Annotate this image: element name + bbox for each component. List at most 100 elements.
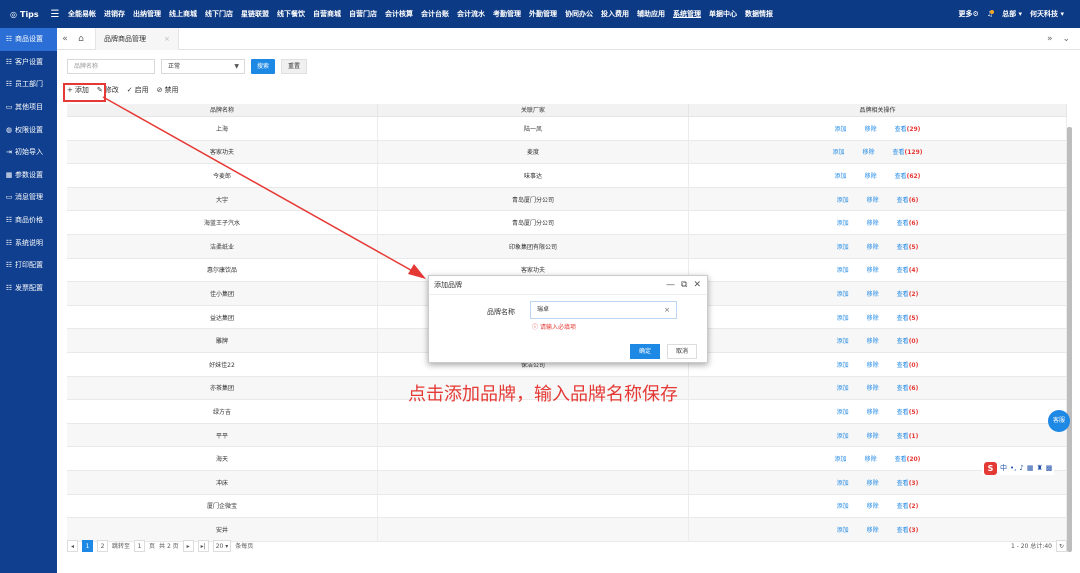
- sidebar-item[interactable]: ▭ 其他项目: [0, 96, 57, 119]
- nav-item[interactable]: 数据情报: [741, 0, 777, 28]
- disable-button[interactable]: ⊘ 禁用: [157, 85, 179, 95]
- sidebar-item[interactable]: ▭ 消息管理: [0, 186, 57, 209]
- op-view-link[interactable]: 查看(5): [897, 313, 919, 322]
- sidebar-item[interactable]: ▦ 参数设置: [0, 164, 57, 187]
- op-remove-link[interactable]: 移除: [867, 431, 879, 440]
- sidebar-item[interactable]: ☷ 商品设置: [0, 28, 57, 51]
- op-remove-link[interactable]: 移除: [867, 289, 879, 298]
- hamburger-menu-icon[interactable]: ☰: [46, 9, 64, 20]
- op-add-link[interactable]: 添加: [837, 360, 849, 369]
- notification-bell-icon[interactable]: ♫: [987, 10, 995, 18]
- op-view-link[interactable]: 查看(2): [897, 501, 919, 510]
- op-view-link[interactable]: 查看(4): [897, 265, 919, 274]
- nav-item[interactable]: 外勤管理: [525, 0, 561, 28]
- company-switcher[interactable]: 何天科技 ▾: [1030, 9, 1064, 19]
- op-view-link[interactable]: 查看(2): [897, 289, 919, 298]
- minimize-icon[interactable]: —: [666, 280, 675, 290]
- maximize-icon[interactable]: ⧉: [681, 280, 687, 290]
- op-add-link[interactable]: 添加: [837, 218, 849, 227]
- close-icon[interactable]: ✕: [693, 280, 701, 290]
- op-add-link[interactable]: 添加: [835, 454, 847, 463]
- confirm-button[interactable]: 确定: [630, 344, 660, 359]
- nav-item[interactable]: 星链联盟: [237, 0, 273, 28]
- op-add-link[interactable]: 添加: [837, 195, 849, 204]
- op-view-link[interactable]: 查看(6): [897, 195, 919, 204]
- op-remove-link[interactable]: 移除: [867, 242, 879, 251]
- nav-item[interactable]: 会计核算: [381, 0, 417, 28]
- customer-service-button[interactable]: 客服: [1048, 410, 1070, 432]
- op-add-link[interactable]: 添加: [837, 525, 849, 534]
- op-add-link[interactable]: 添加: [835, 171, 847, 180]
- page-1[interactable]: 1: [82, 539, 93, 552]
- sidebar-item[interactable]: ⇥ 初始导入: [0, 141, 57, 164]
- table-row[interactable]: 平平 添加 移除 查看(1): [67, 423, 1067, 448]
- op-view-link[interactable]: 查看(3): [897, 525, 919, 534]
- microphone-icon[interactable]: ♪: [1019, 464, 1023, 472]
- next-page-icon[interactable]: ▸: [182, 539, 194, 552]
- nav-item[interactable]: 全能易帐: [64, 0, 100, 28]
- nav-item[interactable]: 单据中心: [705, 0, 741, 28]
- table-row[interactable]: 上海 陆一凤 添加 移除 查看(29): [67, 117, 1067, 141]
- op-add-link[interactable]: 添加: [837, 383, 849, 392]
- op-remove-link[interactable]: 移除: [865, 171, 877, 180]
- op-view-link[interactable]: 查看(6): [897, 218, 919, 227]
- sidebar-item[interactable]: ☷ 发票配置: [0, 277, 57, 300]
- chevron-down-icon[interactable]: ⌄: [1062, 34, 1070, 44]
- nav-item[interactable]: 自营门店: [345, 0, 381, 28]
- op-add-link[interactable]: 添加: [837, 289, 849, 298]
- nav-item[interactable]: 会计台账: [417, 0, 453, 28]
- op-add-link[interactable]: 添加: [837, 501, 849, 510]
- op-view-link[interactable]: 查看(20): [895, 454, 921, 463]
- op-view-link[interactable]: 查看(5): [897, 242, 919, 251]
- op-add-link[interactable]: 添加: [835, 124, 847, 133]
- grid-menu-icon[interactable]: ▩: [1046, 464, 1053, 472]
- nav-item[interactable]: 线下餐饮: [273, 0, 309, 28]
- cancel-button[interactable]: 取消: [667, 344, 697, 359]
- nav-item[interactable]: 会计流水: [453, 0, 489, 28]
- op-view-link[interactable]: 查看(5): [897, 407, 919, 416]
- op-add-link[interactable]: 添加: [837, 313, 849, 322]
- op-add-link[interactable]: 添加: [837, 265, 849, 274]
- vertical-scrollbar[interactable]: [1067, 127, 1072, 552]
- op-add-link[interactable]: 添加: [837, 431, 849, 440]
- page-size-select[interactable]: 20 ▾: [212, 539, 232, 552]
- ime-lang[interactable]: 中: [1000, 463, 1007, 473]
- nav-item[interactable]: 投入费用: [597, 0, 633, 28]
- op-view-link[interactable]: 查看(0): [897, 336, 919, 345]
- op-add-link[interactable]: 添加: [837, 242, 849, 251]
- table-row[interactable]: 洁柔纸业 印象集团有限公司 添加 移除 查看(5): [67, 234, 1067, 259]
- last-page-icon[interactable]: ▸|: [197, 539, 209, 552]
- op-remove-link[interactable]: 移除: [865, 454, 877, 463]
- enable-button[interactable]: ✓ 启用: [127, 85, 149, 95]
- search-button[interactable]: 搜索: [251, 59, 276, 74]
- op-view-link[interactable]: 查看(62): [895, 171, 921, 180]
- status-select[interactable]: 正常 ▼: [161, 59, 245, 74]
- op-add-link[interactable]: 添加: [837, 478, 849, 487]
- op-remove-link[interactable]: 移除: [865, 124, 877, 133]
- table-row[interactable]: 大宇 青岛厦门分公司 添加 移除 查看(6): [67, 187, 1067, 212]
- nav-item[interactable]: 进销存: [100, 0, 129, 28]
- nav-item[interactable]: 线下门店: [201, 0, 237, 28]
- sidebar-item[interactable]: ◍ 权限设置: [0, 118, 57, 141]
- brand[interactable]: ◎ Tips: [0, 10, 46, 19]
- brand-name-input[interactable]: 瑞卓 ×: [530, 301, 677, 319]
- table-row[interactable]: 今麦郎 味事达 添加 移除 查看(62): [67, 164, 1067, 188]
- op-remove-link[interactable]: 移除: [867, 218, 879, 227]
- table-row[interactable]: 厦门企微宝 添加 移除 查看(2): [67, 494, 1067, 519]
- table-row[interactable]: 冲床 添加 移除 查看(3): [67, 470, 1067, 495]
- sidebar-item[interactable]: ☷ 系统说明: [0, 231, 57, 254]
- refresh-icon[interactable]: ↻: [1055, 539, 1067, 552]
- clear-input-icon[interactable]: ×: [664, 302, 670, 318]
- jump-page-input[interactable]: 1: [134, 539, 146, 552]
- nav-item[interactable]: 协同办公: [561, 0, 597, 28]
- prev-page-icon[interactable]: ◂: [67, 539, 78, 552]
- op-view-link[interactable]: 查看(1): [897, 431, 919, 440]
- op-view-link[interactable]: 查看(129): [893, 147, 923, 156]
- keyboard-icon[interactable]: ▦: [1027, 464, 1034, 472]
- nav-item[interactable]: 系统管理: [669, 0, 705, 28]
- op-remove-link[interactable]: 移除: [867, 195, 879, 204]
- op-remove-link[interactable]: 移除: [867, 360, 879, 369]
- op-remove-link[interactable]: 移除: [867, 383, 879, 392]
- more-menu[interactable]: 更多⚙: [959, 9, 979, 19]
- op-view-link[interactable]: 查看(6): [897, 383, 919, 392]
